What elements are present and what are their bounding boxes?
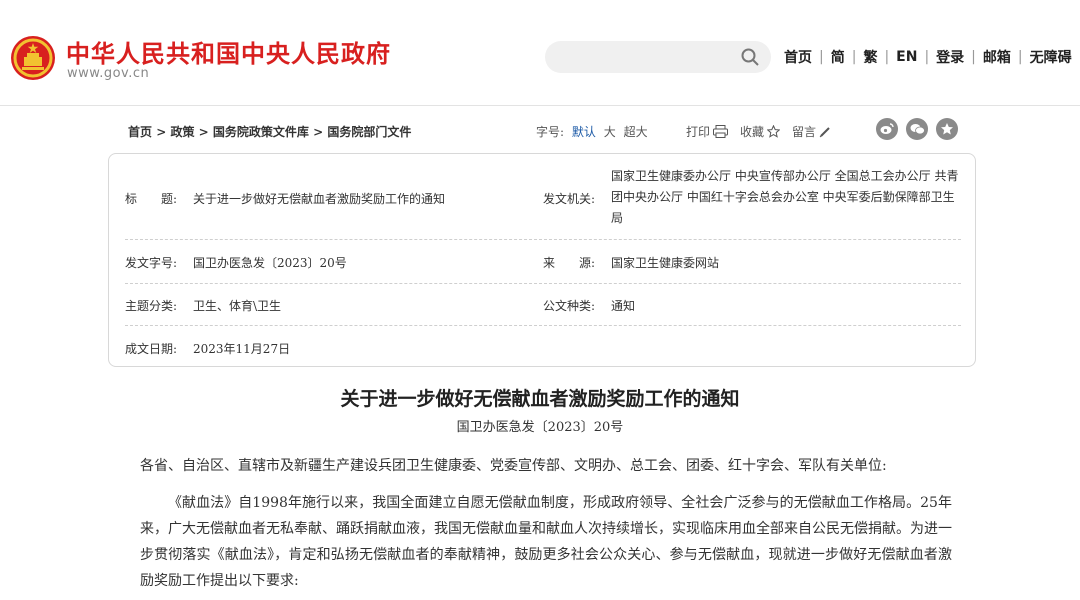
page-tools: 打印 收藏 留言 [686, 123, 843, 140]
info-row-docno: 发文字号: 国卫办医急发〔2023〕20号 来 源: 国家卫生健康委网站 [125, 240, 961, 284]
nav-accessibility[interactable]: 无障碍 [1030, 47, 1072, 67]
nav-home[interactable]: 首页 [784, 47, 812, 67]
topic-value: 卫生、体育\卫生 [193, 299, 282, 313]
top-nav: 首页 | 简 | 繁 | EN | 登录 | 邮箱 | 无障碍 [784, 47, 1072, 67]
nav-separator: | [924, 49, 930, 65]
search-input[interactable] [545, 41, 771, 73]
type-label: 公文种类: [543, 299, 596, 313]
font-size-switcher: 字号: 默认 大 超大 [536, 123, 648, 140]
weibo-icon [880, 123, 894, 134]
document-info-table: 标 题: 关于进一步做好无偿献血者激励奖励工作的通知 发文机关: 国家卫生健康委… [108, 153, 976, 367]
font-size-xlarge[interactable]: 超大 [624, 125, 648, 139]
sub-bar: 首页 > 政策 > 国务院政策文件库 > 国务院部门文件 字号: 默认 大 超大… [128, 118, 958, 142]
qzone-star-icon [941, 123, 953, 135]
wechat-icon [910, 124, 925, 135]
print-button[interactable]: 打印 [686, 123, 729, 140]
title-value: 关于进一步做好无偿献血者激励奖励工作的通知 [193, 192, 446, 206]
doc-number-value: 国卫办医急发〔2023〕20号 [193, 256, 347, 270]
printer-icon [713, 125, 729, 138]
search-icon[interactable] [741, 48, 759, 66]
print-label: 打印 [686, 125, 711, 139]
title-label: 标 题: [125, 192, 178, 206]
site-header: 中华人民共和国中央人民政府 www.gov.cn 首页 | 简 | 繁 | EN… [0, 0, 1080, 106]
favorite-button[interactable]: 收藏 [740, 123, 781, 140]
doc-number-label: 发文字号: [125, 256, 178, 270]
breadcrumb-separator: > [198, 125, 209, 139]
favorite-label: 收藏 [740, 125, 765, 139]
qzone-share-button[interactable] [936, 118, 958, 140]
type-value: 通知 [611, 299, 636, 313]
source-value: 国家卫生健康委网站 [611, 256, 720, 270]
breadcrumb-policy-library[interactable]: 国务院政策文件库 [213, 125, 309, 139]
breadcrumb-home[interactable]: 首页 [128, 125, 152, 139]
nav-separator: | [884, 49, 890, 65]
font-size-label: 字号: [536, 125, 565, 139]
comment-label: 留言 [792, 125, 817, 139]
nav-simplified[interactable]: 简 [831, 47, 845, 67]
issuer-value: 国家卫生健康委办公厅 中央宣传部办公厅 全国总工会办公厅 共青团中央办公厅 中国… [611, 169, 959, 225]
comment-button[interactable]: 留言 [792, 123, 831, 140]
nav-separator: | [1017, 49, 1023, 65]
date-label: 成文日期: [125, 342, 178, 356]
wechat-share-button[interactable] [906, 118, 928, 140]
document-title: 关于进一步做好无偿献血者激励奖励工作的通知 [340, 388, 740, 410]
pencil-icon [819, 126, 830, 137]
nav-separator: | [851, 49, 857, 65]
share-buttons [876, 118, 966, 140]
source-label: 来 源: [543, 256, 596, 270]
breadcrumb-separator: > [156, 125, 167, 139]
weibo-share-button[interactable] [876, 118, 898, 140]
breadcrumb-policy[interactable]: 政策 [170, 125, 194, 139]
site-title[interactable]: 中华人民共和国中央人民政府 [66, 34, 391, 69]
star-icon [767, 125, 781, 138]
site-url: www.gov.cn [67, 66, 150, 81]
breadcrumb-separator: > [313, 125, 324, 139]
font-size-default[interactable]: 默认 [572, 125, 596, 139]
national-emblem-icon[interactable] [10, 35, 56, 81]
nav-separator: | [819, 49, 824, 65]
nav-login[interactable]: 登录 [936, 47, 964, 67]
document-number: 国卫办医急发〔2023〕20号 [456, 420, 624, 435]
font-size-large[interactable]: 大 [604, 125, 616, 139]
topic-label: 主题分类: [125, 299, 178, 313]
info-row-title: 标 题: 关于进一步做好无偿献血者激励奖励工作的通知 发文机关: 国家卫生健康委… [125, 154, 961, 240]
nav-traditional[interactable]: 繁 [863, 47, 877, 67]
date-value: 2023年11月27日 [193, 342, 291, 356]
nav-mail[interactable]: 邮箱 [983, 47, 1011, 67]
issuer-label: 发文机关: [543, 192, 596, 206]
info-row-topic: 主题分类: 卫生、体育\卫生 公文种类: 通知 [125, 284, 961, 326]
nav-english[interactable]: EN [896, 49, 917, 65]
breadcrumb-dept-docs[interactable]: 国务院部门文件 [327, 125, 411, 139]
info-row-date: 成文日期: 2023年11月27日 [125, 326, 961, 366]
nav-separator: | [971, 49, 976, 65]
breadcrumb: 首页 > 政策 > 国务院政策文件库 > 国务院部门文件 [128, 123, 411, 140]
document-paragraph: 《献血法》自1998年施行以来，我国全面建立自愿无偿献血制度，形成政府领导、全社… [140, 495, 952, 589]
document-salutation: 各省、自治区、直辖市及新疆生产建设兵团卫生健康委、党委宣传部、文明办、总工会、团… [140, 458, 887, 474]
